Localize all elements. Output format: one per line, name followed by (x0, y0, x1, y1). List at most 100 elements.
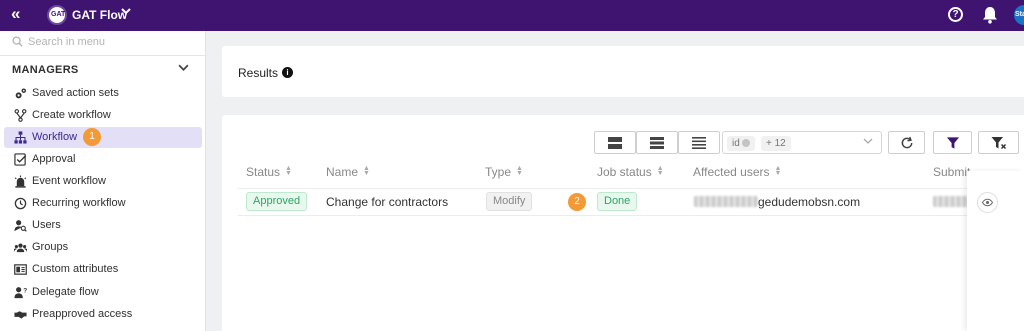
sidebar-item-preapproved-access[interactable]: Preapproved access (4, 304, 202, 325)
job-status-badge: Done (597, 192, 638, 211)
density-large-icon (608, 136, 622, 149)
divider (238, 215, 1024, 216)
group-icon (14, 243, 27, 253)
column-header-label: Status (246, 165, 281, 179)
sort-icon[interactable]: ▲ ▼ (285, 165, 292, 177)
menu-search[interactable]: Search in menu (0, 31, 206, 56)
workflow-name: Change for contractors (326, 195, 449, 209)
app-name[interactable]: GAT Flow (72, 8, 127, 22)
step-marker: 2 (568, 193, 586, 211)
type-badge: Modify (486, 192, 533, 211)
chevron-down-icon[interactable] (121, 6, 131, 19)
help-icon[interactable]: ? (948, 7, 963, 22)
column-header-name[interactable]: Name ▲ ▼ (326, 165, 370, 179)
chevron-down-icon[interactable] (178, 62, 189, 76)
refresh-button[interactable] (888, 131, 925, 154)
sort-icon[interactable]: ▲ ▼ (363, 165, 370, 177)
id-card-icon (14, 264, 27, 275)
user-avatar[interactable]: Sta (1014, 5, 1024, 25)
column-header-label: Affected users (693, 165, 770, 179)
density-medium-button[interactable] (636, 131, 678, 154)
sidebar-item-event-workflow[interactable]: Event workflow (4, 171, 202, 192)
column-header-label: Submit (933, 165, 971, 179)
sidebar-item-groups[interactable]: Groups (4, 237, 202, 258)
sidebar-item-label: Custom attributes (32, 263, 119, 275)
chip-label: id (732, 138, 740, 149)
view-button[interactable] (977, 192, 998, 213)
checklist-icon (14, 153, 27, 166)
sidebar-item-saved-action-sets[interactable]: Saved action sets (4, 83, 202, 104)
sidebar-item-label: Workflow (32, 131, 78, 143)
sort-icon[interactable]: ▲ ▼ (516, 165, 523, 177)
sitemap-icon (14, 131, 27, 144)
sidebar-item-label: Event workflow (32, 175, 106, 187)
info-icon[interactable]: i (282, 67, 293, 78)
user-search-icon (14, 220, 27, 232)
collapse-menu-icon[interactable]: « (11, 4, 20, 24)
density-medium-icon (650, 136, 664, 149)
column-header-type[interactable]: Type ▲ ▼ (485, 165, 523, 179)
sidebar: Search in menu MANAGERS Saved action set… (0, 31, 206, 331)
density-large-button[interactable] (594, 131, 636, 154)
sidebar-item-users[interactable]: Users (4, 215, 202, 236)
sidebar-item-label: Delegate flow (32, 286, 99, 298)
sort-icon[interactable]: ▲ ▼ (657, 165, 664, 177)
redacted-submitter (933, 196, 969, 207)
cogs-icon (15, 88, 26, 99)
sidebar-item-label: Create workflow (32, 109, 111, 121)
app-logo[interactable]: GAT (47, 5, 67, 25)
sidebar-item-workflow[interactable]: Workflow 1 (4, 127, 202, 148)
sidebar-item-label: Preapproved access (32, 308, 133, 320)
column-header-affected-users[interactable]: Affected users ▲ ▼ (693, 165, 781, 179)
sidebar-item-recurring-workflow[interactable]: Recurring workflow (4, 193, 202, 214)
density-compact-button[interactable] (678, 131, 720, 154)
app-logo-text: GAT (51, 11, 66, 18)
page-title: Results (238, 66, 279, 80)
column-chip-more[interactable]: + 12 (761, 136, 791, 151)
results-header-card: Results i (222, 46, 1024, 97)
column-header-label: Job status (597, 165, 652, 179)
refresh-icon (901, 136, 912, 148)
filter-icon (946, 136, 959, 149)
remove-chip-icon[interactable] (741, 139, 750, 147)
density-compact-icon (692, 136, 706, 149)
notification-bell-icon[interactable] (982, 6, 998, 24)
affected-users-value: gedudemobsn.com (758, 195, 861, 209)
user-question-icon: ? (14, 287, 27, 299)
sidebar-item-delegate-flow[interactable]: ? Delegate flow (4, 282, 202, 303)
clear-filter-icon (991, 136, 1006, 149)
redacted-text (694, 196, 758, 207)
handshake-icon (14, 311, 27, 319)
clear-filter-button[interactable] (978, 131, 1019, 154)
column-header-label: Type (485, 165, 512, 179)
sidebar-item-label: Saved action sets (32, 87, 119, 99)
column-chip-id[interactable]: id (727, 136, 755, 151)
row-actions-column (967, 171, 1024, 331)
column-header-label: Name (326, 165, 359, 179)
search-icon (12, 36, 23, 47)
chevron-down-icon[interactable] (863, 136, 873, 149)
top-bar: « GAT GAT Flow ? Sta (0, 0, 1024, 31)
sidebar-item-label: Users (32, 219, 61, 231)
sidebar-item-create-workflow[interactable]: Create workflow (4, 105, 202, 126)
column-header-job-status[interactable]: Job status ▲ ▼ (597, 165, 664, 179)
branch-icon (14, 109, 27, 122)
section-managers[interactable]: MANAGERS (12, 64, 79, 76)
history-icon (14, 197, 27, 210)
column-header-status[interactable]: Status ▲ ▼ (246, 165, 292, 179)
filter-button[interactable] (933, 131, 972, 154)
siren-icon (14, 175, 27, 188)
step-marker: 1 (83, 128, 101, 146)
svg-text:?: ? (23, 288, 27, 295)
sidebar-item-label: Approval (32, 153, 76, 165)
sidebar-item-custom-attributes[interactable]: Custom attributes (4, 259, 202, 280)
sidebar-item-approval[interactable]: Approval (4, 149, 202, 170)
results-table-card: id + 12 Status ▲ ▼ Name ▲ ▼ Type ▲ ▼ Job statu… (222, 115, 1024, 331)
sidebar-item-label: Groups (32, 241, 69, 253)
eye-icon (981, 198, 994, 207)
sort-icon[interactable]: ▲ ▼ (775, 165, 782, 177)
divider (238, 188, 1024, 189)
search-input[interactable]: Search in menu (28, 36, 105, 48)
column-header-submit[interactable]: Submit (933, 165, 970, 179)
column-select[interactable]: id + 12 (722, 131, 882, 154)
